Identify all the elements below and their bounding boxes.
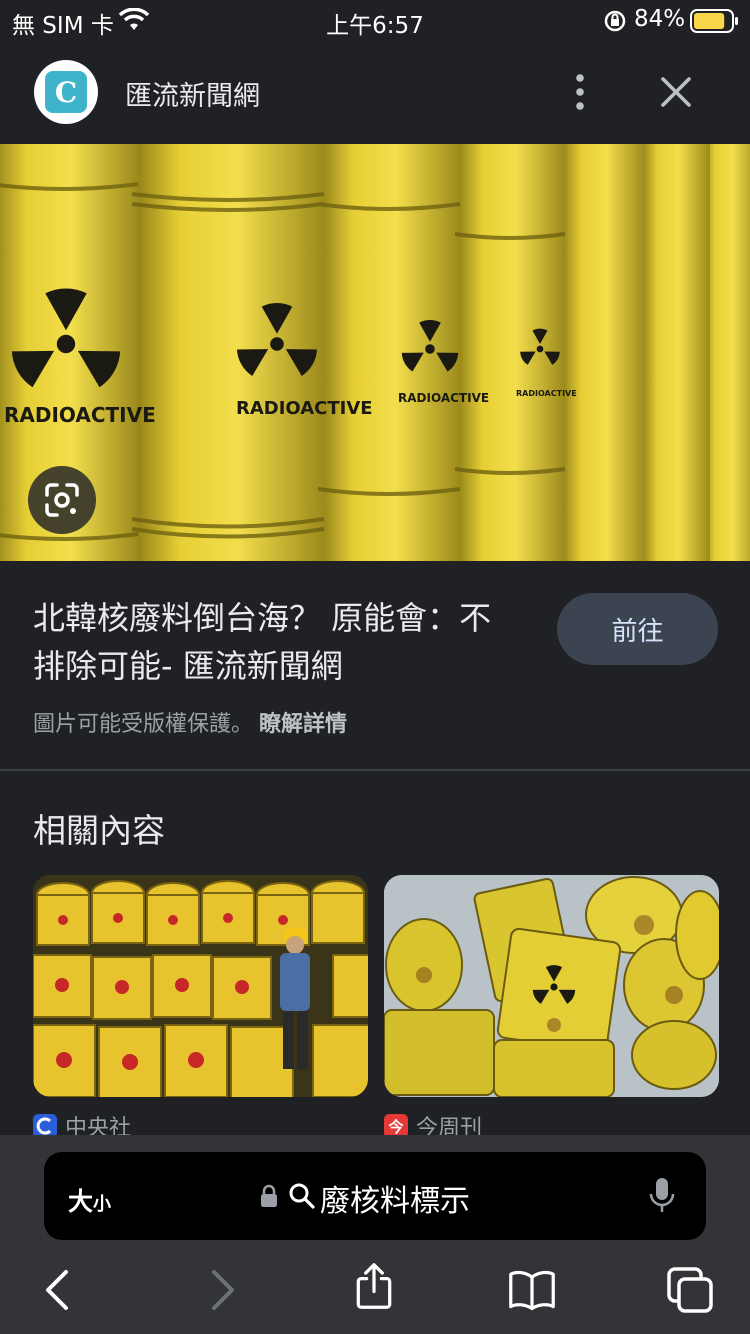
search-query: 廢核料標示 — [320, 1184, 470, 1219]
barrel-label: RADIOACTIVE — [236, 398, 373, 419]
battery-icon — [690, 9, 738, 33]
tabs-icon[interactable] — [666, 1266, 714, 1314]
orientation-lock-icon — [604, 10, 626, 32]
more-vert-icon[interactable] — [566, 72, 594, 112]
text-size-button[interactable]: 大小 — [68, 1182, 111, 1218]
copyright-text: 圖片可能受版權保護。 — [33, 712, 254, 737]
result-title[interactable]: 北韓核廢料倒台海？ 原能會：不排除可能- 匯流新聞網 — [33, 594, 523, 690]
copyright-notice: 圖片可能受版權保護。 瞭解詳情 — [33, 706, 347, 738]
status-bar: 無 SIM 卡 上午6:57 84% — [0, 0, 750, 44]
divider — [0, 769, 750, 771]
site-logo-letter: C — [45, 71, 87, 113]
bookmarks-icon[interactable] — [508, 1266, 556, 1314]
barrel-label: RADIOACTIVE — [398, 391, 489, 405]
barrel-label: RADIOACTIVE — [4, 403, 156, 427]
barrels-warehouse-illustration — [33, 875, 368, 1097]
learn-more-link[interactable]: 瞭解詳情 — [259, 712, 347, 737]
battery-percent: 84% — [634, 6, 686, 32]
microphone-icon[interactable] — [648, 1176, 676, 1216]
visit-button[interactable]: 前往 — [557, 593, 718, 665]
back-icon[interactable] — [36, 1266, 84, 1314]
forward-icon[interactable] — [196, 1266, 244, 1314]
google-lens-icon — [45, 483, 79, 517]
related-item-1-image[interactable] — [33, 875, 368, 1097]
site-logo[interactable]: C — [34, 60, 98, 124]
site-name[interactable]: 匯流新聞網 — [125, 74, 260, 113]
close-icon[interactable] — [658, 74, 694, 110]
hero-image[interactable]: RADIOACTIVE RADIOACTIVE RADIOACTIVE RADI… — [0, 144, 750, 561]
barrel-label: RADIOACTIVE — [516, 389, 577, 398]
related-item-2-image[interactable] — [384, 875, 719, 1097]
rusty-barrels-illustration — [384, 875, 719, 1097]
share-icon[interactable] — [350, 1262, 398, 1310]
related-heading: 相關內容 — [33, 811, 165, 850]
search-icon — [289, 1183, 315, 1209]
address-bar[interactable]: 大小 廢核料標示 — [44, 1152, 706, 1240]
lock-icon — [261, 1184, 277, 1207]
barrels-illustration: RADIOACTIVE RADIOACTIVE RADIOACTIVE RADI… — [0, 144, 750, 561]
google-lens-button[interactable] — [28, 466, 96, 534]
text-size-small: 小 — [93, 1194, 112, 1215]
result-header: C 匯流新聞網 — [0, 44, 750, 144]
text-size-large: 大 — [68, 1187, 94, 1216]
